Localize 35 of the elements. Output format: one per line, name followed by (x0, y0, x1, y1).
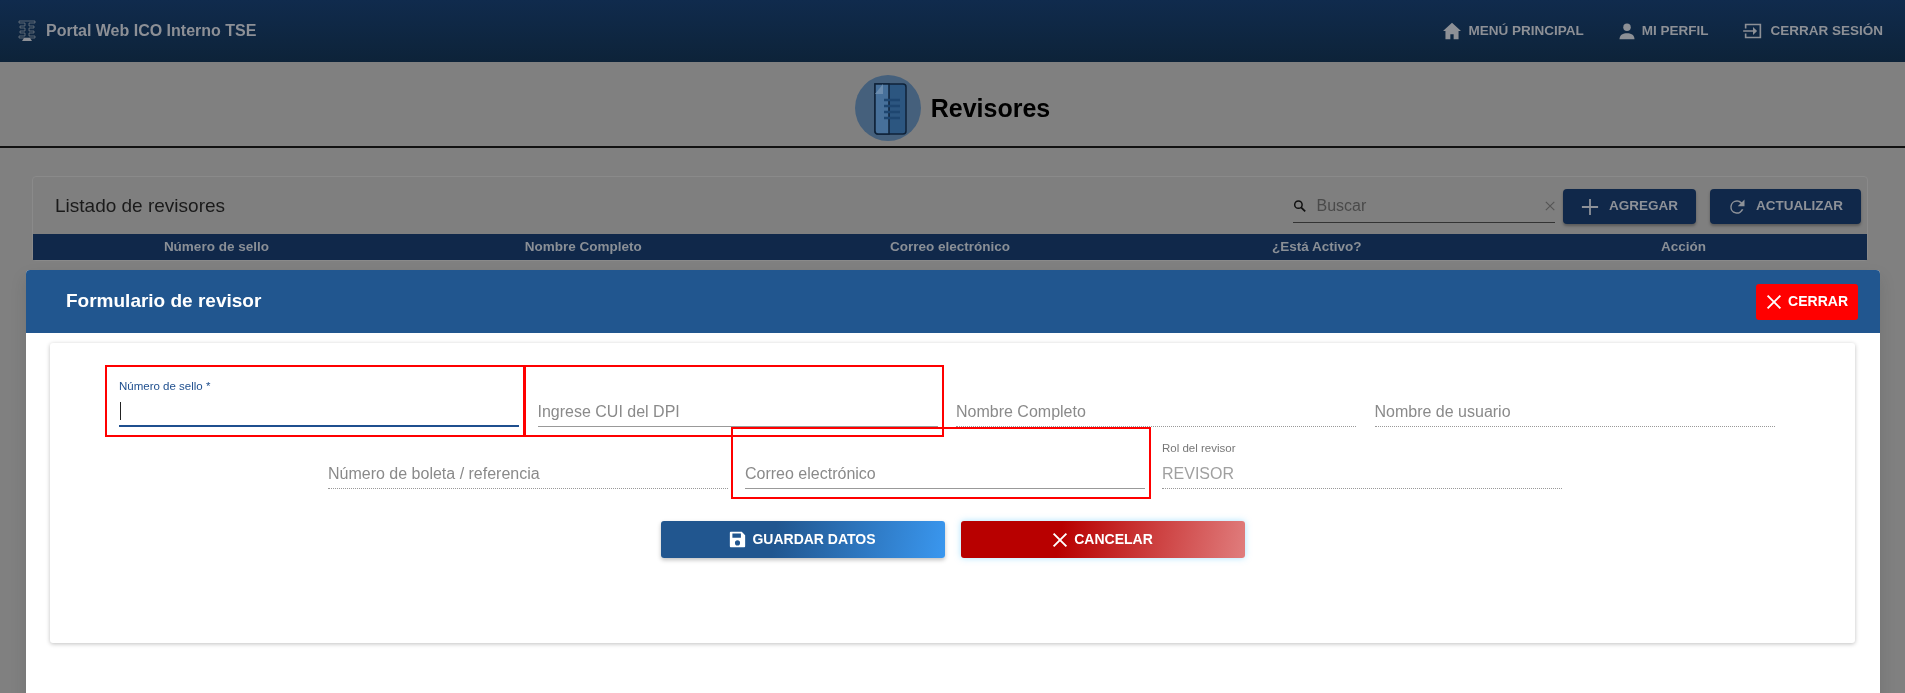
close-button[interactable]: CERRAR (1756, 283, 1858, 320)
clear-icon (1544, 200, 1555, 212)
field-label: Rol del revisor (1162, 440, 1237, 456)
nav-link[interactable]: MI PERFIL (1617, 20, 1709, 42)
dialog-title: Formulario de revisor (66, 289, 262, 314)
page-title: Revisores (930, 93, 1051, 123)
plus-icon (1581, 197, 1599, 216)
toolbar-button[interactable]: AGREGAR (1563, 189, 1696, 224)
refresh-icon (1728, 197, 1746, 216)
app-title: Portal Web ICO Interno TSE (46, 21, 257, 41)
input-field[interactable]: Número de boleta / referencia (328, 459, 728, 489)
input-field[interactable]: Correo electrónico (745, 459, 1145, 489)
nav-link[interactable]: MENÚ PRINCIPAL (1442, 20, 1584, 42)
toolbar-button[interactable]: ACTUALIZAR (1710, 189, 1861, 224)
list-title: Listado de revisores (55, 194, 226, 219)
document-icon (854, 74, 923, 142)
logo-icon (16, 19, 38, 43)
save-button[interactable]: GUARDAR DATOS (660, 521, 945, 558)
person-icon (1617, 22, 1636, 40)
text-cursor (120, 402, 121, 420)
column-header: ¿Está Activo? (1271, 237, 1363, 256)
nav-link[interactable]: CERRAR SESIÓN (1742, 20, 1883, 42)
column-header: Correo electrónico (888, 237, 1011, 256)
input-field[interactable]: Ingrese CUI del DPI (537, 397, 938, 427)
column-header: Número de sello (162, 237, 270, 256)
input-field[interactable]: Nombre Completo (956, 397, 1356, 427)
cancel-button[interactable]: CANCELAR (960, 521, 1245, 558)
close-icon (1052, 531, 1069, 548)
column-header: Acción (1660, 237, 1708, 256)
column-header: Nombre Completo (523, 237, 643, 256)
home-icon (1442, 22, 1463, 40)
search-icon (1293, 198, 1307, 214)
field-label: Número de sello * (119, 378, 212, 394)
close-icon (1766, 293, 1783, 310)
input-field[interactable]: Nombre de usuario (1374, 397, 1775, 427)
